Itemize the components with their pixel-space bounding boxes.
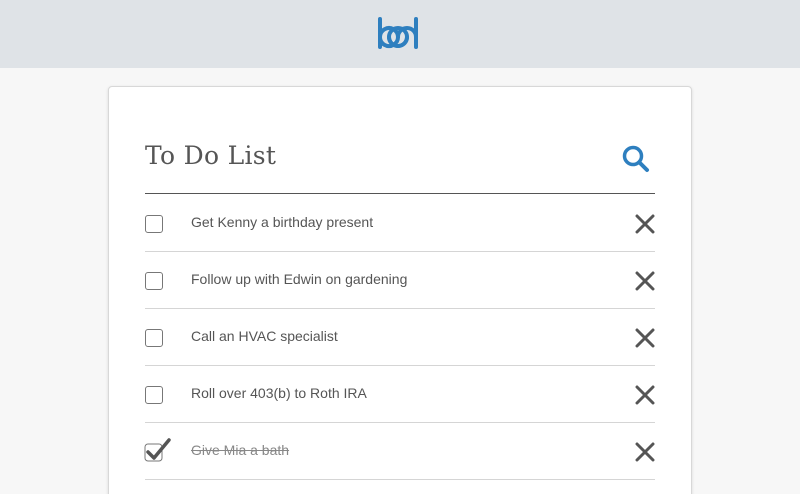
todo-checkbox[interactable] xyxy=(145,329,163,347)
search-icon xyxy=(622,145,649,172)
close-icon xyxy=(635,442,655,462)
checkmark-icon xyxy=(144,438,171,462)
close-icon xyxy=(635,271,655,291)
close-icon xyxy=(635,385,655,405)
delete-button[interactable] xyxy=(635,442,655,462)
top-bar xyxy=(0,0,800,68)
todo-label: Follow up with Edwin on gardening xyxy=(191,271,408,287)
delete-button[interactable] xyxy=(635,328,655,348)
card-header: To Do List xyxy=(145,127,655,194)
todo-item: Give Mia a bath xyxy=(144,423,655,480)
close-icon xyxy=(635,328,655,348)
search-button[interactable] xyxy=(621,144,651,174)
delete-button[interactable] xyxy=(635,385,655,405)
todo-checkbox[interactable] xyxy=(145,215,163,233)
todo-card: To Do List Get Kenny a birthday present … xyxy=(108,86,692,494)
page-title: To Do List xyxy=(145,141,277,170)
todo-item: Follow up with Edwin on gardening xyxy=(145,252,655,309)
todo-item: Get Kenny a birthday present xyxy=(145,195,655,252)
close-icon xyxy=(635,214,655,234)
todo-checkbox-checked[interactable] xyxy=(144,438,171,462)
delete-button[interactable] xyxy=(635,271,655,291)
todo-label: Get Kenny a birthday present xyxy=(191,214,374,230)
todo-item: Roll over 403(b) to Roth IRA xyxy=(145,366,655,423)
todo-checkbox[interactable] xyxy=(145,272,163,290)
todo-list: Get Kenny a birthday present Follow up w… xyxy=(144,195,655,480)
todo-label: Roll over 403(b) to Roth IRA xyxy=(191,385,367,401)
bd-logo-icon[interactable] xyxy=(376,16,424,52)
delete-button[interactable] xyxy=(635,214,655,234)
todo-label: Call an HVAC specialist xyxy=(191,328,338,344)
todo-checkbox[interactable] xyxy=(145,386,163,404)
todo-item: Call an HVAC specialist xyxy=(145,309,655,366)
todo-label: Give Mia a bath xyxy=(191,442,290,458)
